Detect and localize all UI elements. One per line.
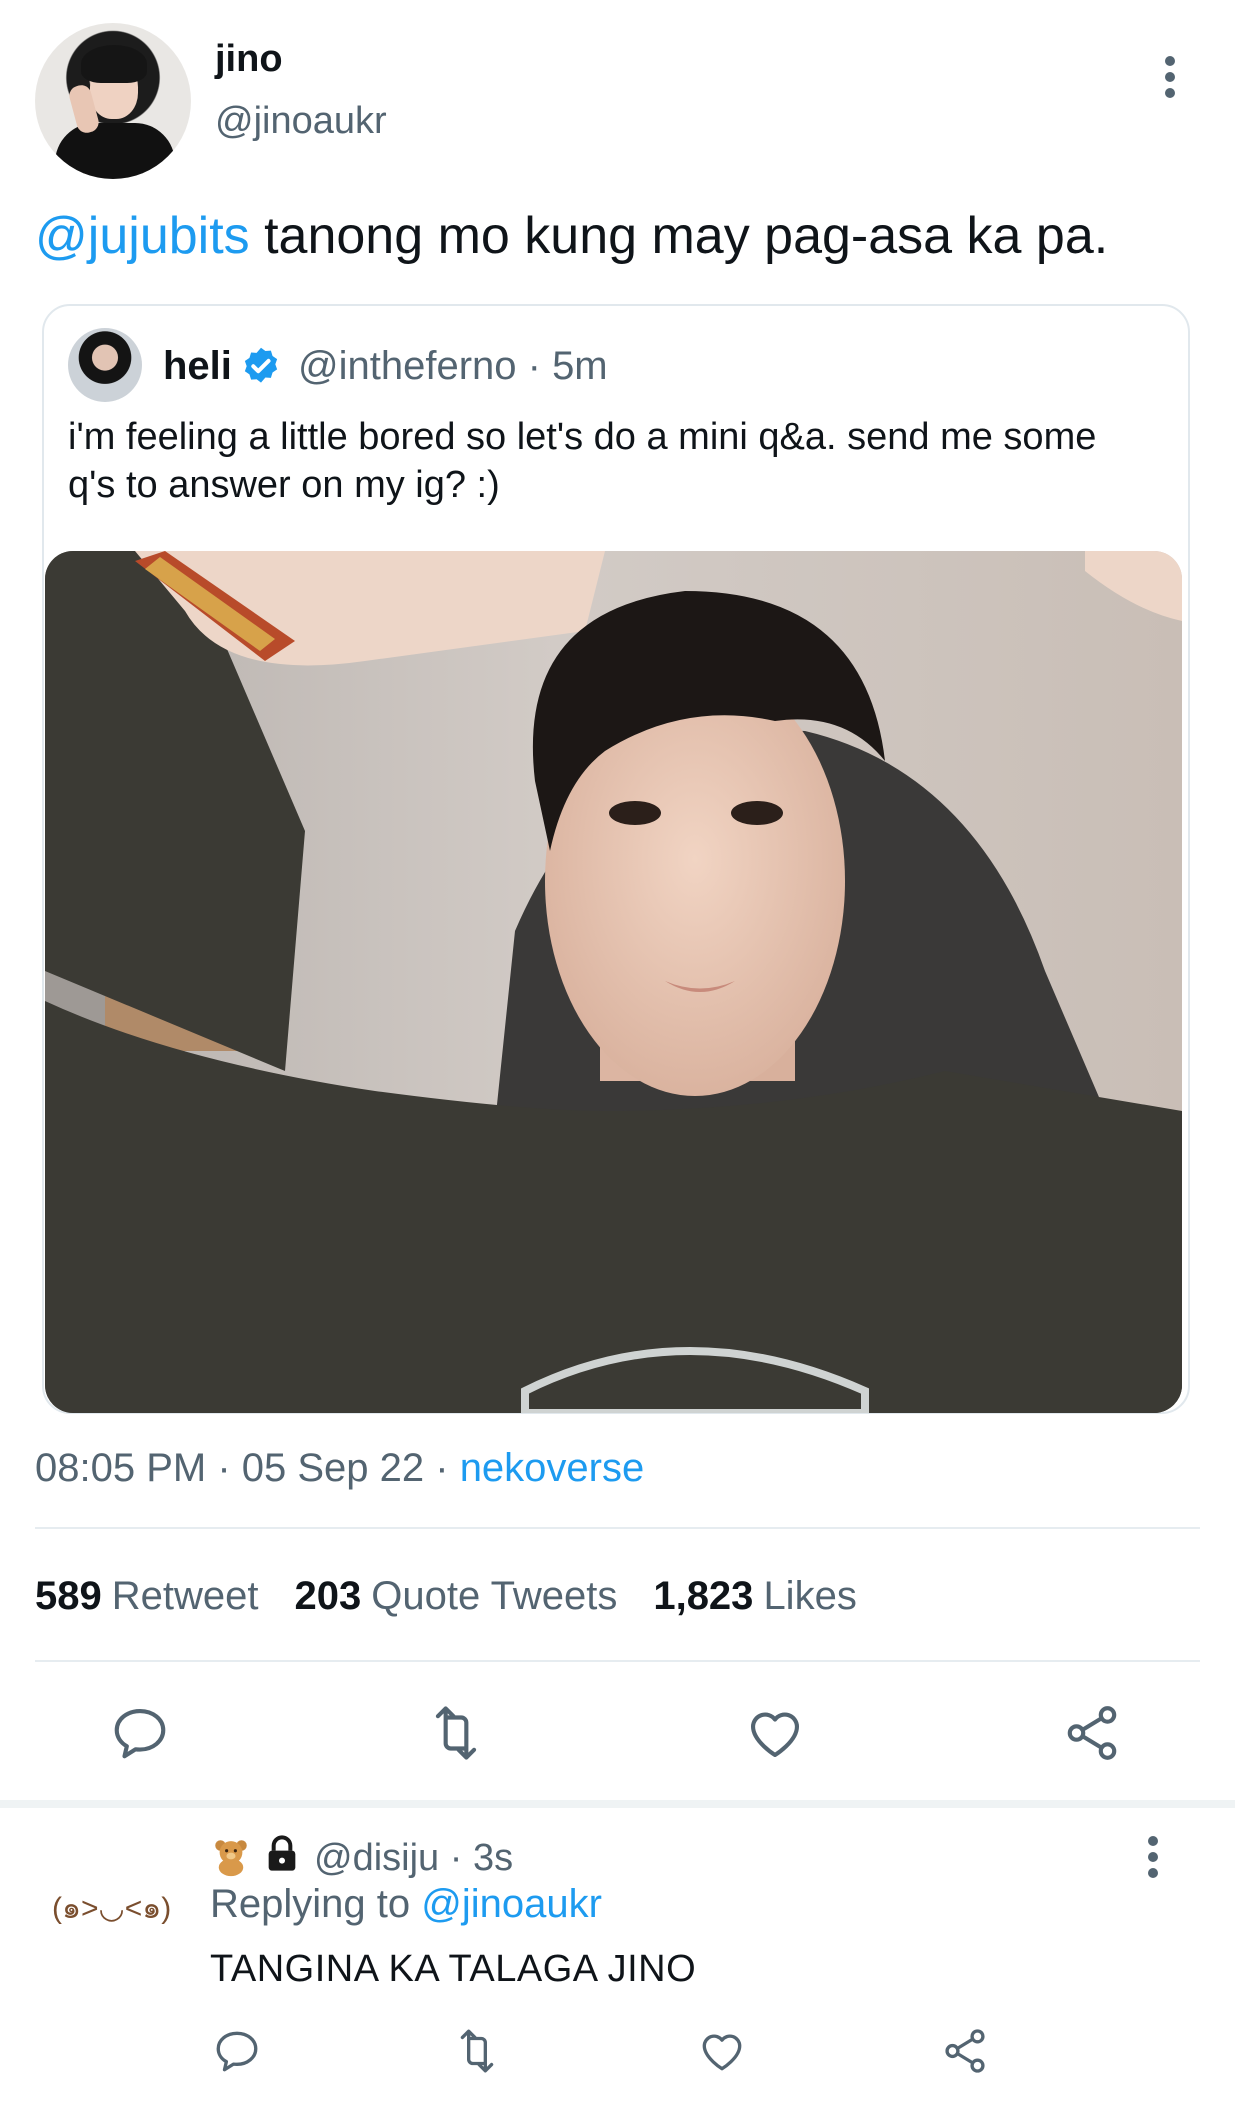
likes-stat[interactable]: 1,823 Likes [653, 1574, 857, 1618]
quoted-text: i'm feeling a little bored so let's do a… [68, 416, 1097, 506]
replying-prefix: Replying to [210, 1882, 422, 1926]
retweets-count: 589 [35, 1574, 102, 1618]
replying-to: Replying to @jinoaukr [210, 1882, 602, 1927]
quotes-label: Quote Tweets [371, 1574, 618, 1618]
quoted-avatar[interactable] [68, 328, 142, 402]
timestamp-text: 08:05 PM · 05 Sep 22 · [35, 1446, 460, 1490]
mention-link[interactable]: @jujubits [35, 207, 250, 265]
retweet-icon[interactable] [425, 1702, 487, 1764]
reply-text: TANGINA KA TALAGA JINO [210, 1948, 697, 1990]
reply-icon[interactable] [109, 1702, 171, 1764]
lock-icon [262, 1832, 302, 1876]
teddy-bear-icon [210, 1834, 252, 1878]
verified-icon [239, 345, 283, 389]
author-avatar[interactable] [35, 23, 191, 179]
like-icon[interactable] [744, 1702, 806, 1764]
retweet-icon[interactable] [452, 2026, 502, 2076]
likes-count: 1,823 [653, 1574, 754, 1618]
section-divider [0, 1800, 1235, 1808]
quotes-count: 203 [294, 1574, 362, 1618]
source-link[interactable]: nekoverse [460, 1446, 645, 1490]
tweet-stats: 589 Retweet 203 Quote Tweets 1,823 Likes [35, 1574, 857, 1619]
quoted-name[interactable]: heli [163, 344, 232, 389]
more-icon[interactable] [1160, 52, 1180, 102]
author-name[interactable]: jino [215, 38, 283, 81]
quoted-photo[interactable] [45, 551, 1182, 1413]
divider [35, 1660, 1200, 1662]
tweet-timestamp: 08:05 PM · 05 Sep 22 · nekoverse [35, 1446, 644, 1491]
reply-icon[interactable] [212, 2026, 262, 2076]
tweet-body: tanong mo kung may pag-asa ka pa. [249, 207, 1109, 265]
likes-label: Likes [763, 1574, 857, 1618]
like-icon[interactable] [697, 2026, 747, 2076]
retweets-stat[interactable]: 589 Retweet [35, 1574, 259, 1618]
share-icon[interactable] [1061, 1702, 1123, 1764]
quoted-handle-time: @intheferno · 5m [298, 344, 608, 388]
reply-avatar-emote[interactable]: (๑>◡<๑) [52, 1885, 171, 1932]
retweets-label: Retweet [111, 1574, 259, 1618]
replying-handle[interactable]: @jinoaukr [421, 1882, 602, 1926]
divider [35, 1527, 1200, 1529]
reply-header: @disiju · 3s [210, 1832, 513, 1880]
reply-more-icon[interactable] [1143, 1832, 1163, 1882]
share-icon[interactable] [940, 2026, 990, 2076]
quotes-stat[interactable]: 203 Quote Tweets [295, 1574, 618, 1618]
author-handle[interactable]: @jinoaukr [215, 100, 387, 143]
reply-handle-time[interactable]: @disiju · 3s [314, 1837, 513, 1879]
tweet-text: @jujubits tanong mo kung may pag-asa ka … [35, 203, 1108, 269]
